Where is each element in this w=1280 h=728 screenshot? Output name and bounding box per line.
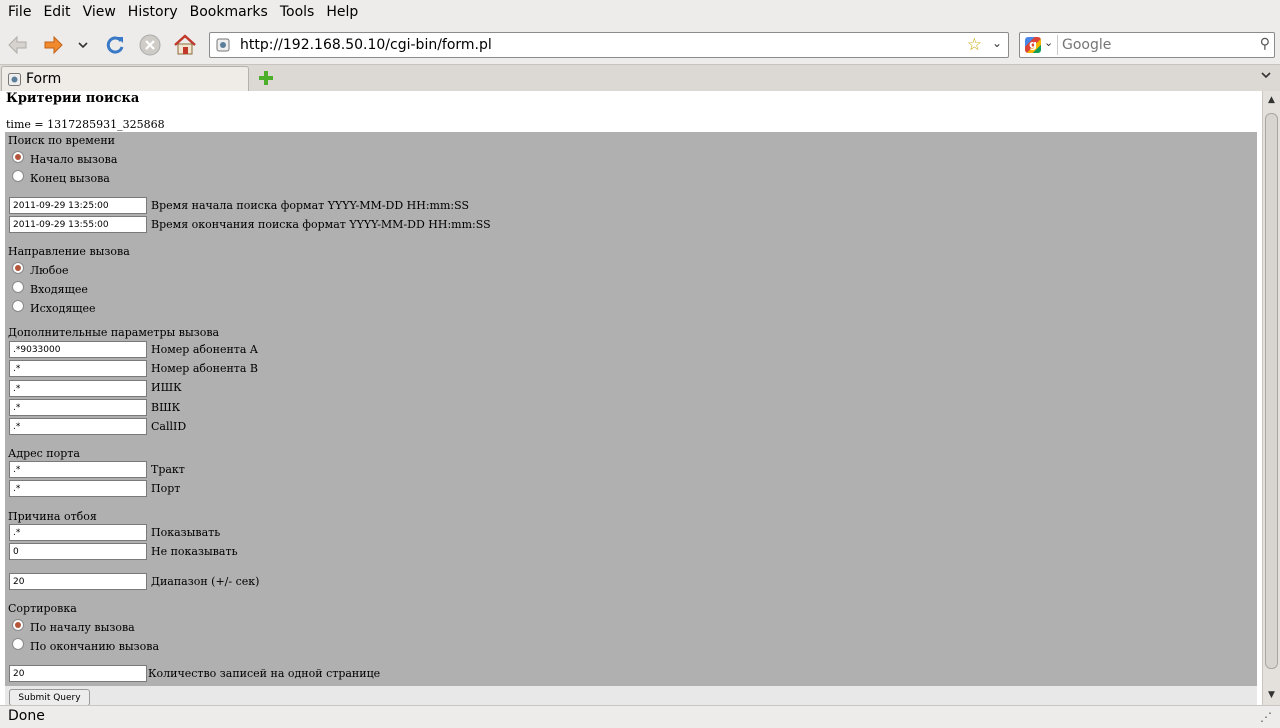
- radio-direction-outgoing-label: Исходящее: [30, 302, 96, 315]
- show-label: Показывать: [151, 526, 221, 539]
- chevron-down-icon: ⌄: [1044, 36, 1054, 49]
- search-bar: g ⌄ ⚲: [1019, 32, 1275, 58]
- time-stamp: time = 1317285931_325868: [6, 118, 165, 131]
- vshk-field[interactable]: [9, 399, 147, 416]
- start-time-field[interactable]: [9, 197, 147, 214]
- radio-direction-any[interactable]: [12, 262, 24, 274]
- range-field[interactable]: [9, 573, 147, 590]
- radio-direction-incoming-label: Входящее: [30, 283, 88, 296]
- per-page-label: Количество записей на одной странице: [148, 667, 381, 680]
- bookmark-star-icon[interactable]: ☆: [967, 35, 982, 55]
- radio-call-end[interactable]: [12, 170, 24, 182]
- radio-call-end-label: Конец вызова: [30, 172, 110, 185]
- search-icon[interactable]: ⚲: [1260, 36, 1270, 52]
- subscriber-b-label: Номер абонента B: [151, 362, 259, 375]
- chevron-down-icon: [1261, 72, 1271, 79]
- status-bar: Done ⋰: [0, 705, 1280, 728]
- forward-arrow-icon: [44, 35, 63, 55]
- port-field[interactable]: [9, 480, 147, 497]
- scroll-up-icon[interactable]: ▲: [1264, 92, 1279, 109]
- resize-grip-icon[interactable]: ⋰: [1260, 710, 1272, 724]
- google-icon: g: [1025, 37, 1041, 53]
- menu-file[interactable]: File: [2, 0, 37, 25]
- start-time-label: Время начала поиска формат YYYY-MM-DD HH…: [151, 199, 470, 212]
- tab-list-button[interactable]: [1260, 69, 1272, 84]
- radio-sort-start[interactable]: [12, 619, 24, 631]
- hangup-legend: Причина отбоя: [8, 510, 97, 523]
- menu-view[interactable]: View: [77, 0, 122, 25]
- subscriber-a-field[interactable]: [9, 341, 147, 358]
- back-button[interactable]: [5, 32, 31, 58]
- search-input[interactable]: [1062, 36, 1252, 54]
- sort-legend: Сортировка: [8, 602, 77, 615]
- range-label: Диапазон (+/- сек): [151, 575, 260, 588]
- subscriber-b-field[interactable]: [9, 360, 147, 377]
- reload-button[interactable]: [102, 32, 128, 58]
- callid-field[interactable]: [9, 418, 147, 435]
- port-legend: Адрес порта: [8, 447, 80, 460]
- tab-form[interactable]: Form: [1, 66, 249, 92]
- radio-sort-start-label: По началу вызова: [30, 621, 135, 634]
- forward-button[interactable]: [40, 32, 66, 58]
- trunk-field[interactable]: [9, 461, 147, 478]
- plus-icon: [259, 71, 273, 85]
- show-field[interactable]: [9, 524, 147, 541]
- page-icon: [8, 73, 21, 86]
- search-form: Поиск по времени Начало вызова Конец выз…: [5, 132, 1257, 686]
- home-icon: [174, 34, 196, 55]
- radio-sort-end-label: По окончанию вызова: [30, 640, 160, 653]
- chevron-down-icon: [78, 42, 88, 49]
- url-bar[interactable]: http://192.168.50.10/cgi-bin/form.pl ☆ ⌄: [209, 32, 1009, 58]
- tab-label: Form: [26, 71, 62, 87]
- history-dropdown[interactable]: [72, 32, 94, 58]
- menu-help[interactable]: Help: [320, 0, 364, 25]
- stop-icon: [139, 34, 161, 56]
- menu-history[interactable]: History: [122, 0, 184, 25]
- per-page-field[interactable]: [9, 665, 147, 682]
- submit-query-button[interactable]: Submit Query: [9, 689, 90, 705]
- home-button[interactable]: [172, 32, 198, 58]
- radio-direction-incoming[interactable]: [12, 281, 24, 293]
- submit-area: Submit Query: [5, 686, 1257, 705]
- menu-tools[interactable]: Tools: [274, 0, 321, 25]
- radio-sort-end[interactable]: [12, 638, 24, 650]
- radio-call-start[interactable]: [12, 151, 24, 163]
- url-text[interactable]: http://192.168.50.10/cgi-bin/form.pl: [240, 37, 492, 53]
- page-title: Критерии поиска: [6, 91, 140, 106]
- radio-call-start-label: Начало вызова: [30, 153, 118, 166]
- radio-direction-any-label: Любое: [30, 264, 69, 277]
- end-time-label: Время окончания поиска формат YYYY-MM-DD…: [151, 218, 491, 231]
- reload-icon: [106, 36, 124, 54]
- new-tab-button[interactable]: [256, 69, 276, 89]
- back-arrow-icon: [8, 35, 27, 55]
- menu-bar: File Edit View History Bookmarks Tools H…: [0, 0, 1280, 25]
- page-content: Критерии поиска time = 1317285931_325868…: [0, 91, 1262, 705]
- ishk-field[interactable]: [9, 380, 147, 397]
- menu-bookmarks[interactable]: Bookmarks: [184, 0, 274, 25]
- tab-bar: Form: [0, 64, 1280, 92]
- port-label: Порт: [151, 482, 181, 495]
- time-search-legend: Поиск по времени: [8, 134, 116, 147]
- scrollbar-thumb[interactable]: [1265, 113, 1278, 669]
- direction-legend: Направление вызова: [8, 245, 130, 258]
- trunk-label: Тракт: [151, 463, 185, 476]
- url-history-dropdown-icon[interactable]: ⌄: [992, 36, 1002, 50]
- site-identity-icon[interactable]: [216, 38, 230, 52]
- hide-label: Не показывать: [151, 545, 238, 558]
- vshk-label: ВШК: [151, 401, 181, 414]
- radio-direction-outgoing[interactable]: [12, 300, 24, 312]
- extra-params-legend: Дополнительные параметры вызова: [8, 326, 220, 339]
- search-engine-selector[interactable]: g ⌄: [1022, 35, 1058, 55]
- hide-field[interactable]: [9, 543, 147, 560]
- stop-button[interactable]: [137, 32, 163, 58]
- scroll-down-icon[interactable]: ▼: [1264, 687, 1279, 704]
- status-text: Done: [8, 708, 45, 724]
- ishk-label: ИШК: [151, 381, 182, 394]
- end-time-field[interactable]: [9, 216, 147, 233]
- subscriber-a-label: Номер абонента A: [151, 343, 258, 356]
- callid-label: CallID: [151, 420, 187, 433]
- menu-edit[interactable]: Edit: [37, 0, 76, 25]
- vertical-scrollbar[interactable]: ▲ ▼: [1262, 91, 1280, 705]
